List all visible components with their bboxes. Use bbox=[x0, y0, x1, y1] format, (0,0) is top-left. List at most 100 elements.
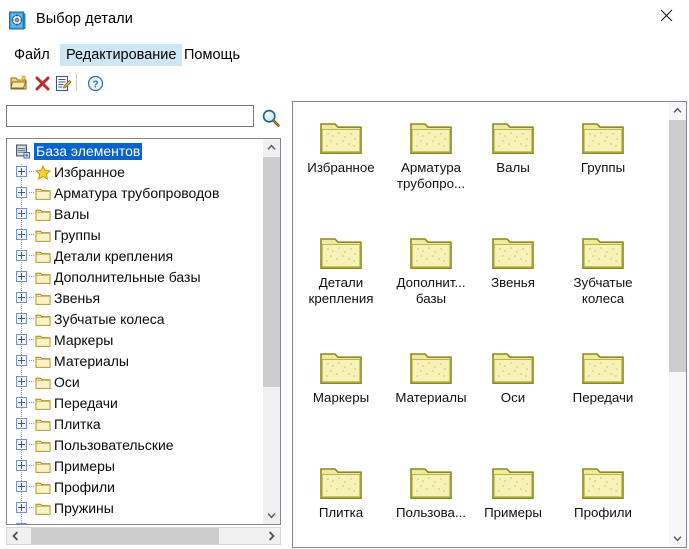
scroll-down-icon[interactable] bbox=[263, 507, 280, 524]
expand-plus-icon[interactable] bbox=[16, 355, 29, 368]
tree-hscroll-thumb[interactable] bbox=[31, 528, 219, 544]
tree-item[interactable]: Передачи bbox=[7, 393, 264, 414]
folder-icon bbox=[385, 463, 477, 499]
help-icon[interactable]: ? bbox=[84, 72, 106, 94]
scroll-right-icon[interactable] bbox=[263, 528, 280, 544]
element-tree[interactable]: База элементов Избранное Арматура трубопро… bbox=[6, 138, 281, 525]
expand-plus-icon[interactable] bbox=[16, 292, 29, 305]
expand-plus-icon[interactable] bbox=[16, 460, 29, 473]
tree-item-label: Избранное bbox=[54, 164, 125, 180]
expand-plus-icon[interactable] bbox=[16, 250, 29, 263]
tree-item-label: Развёртки bbox=[54, 521, 120, 524]
window-title: Выбор детали bbox=[36, 11, 133, 27]
tree-item[interactable]: Звенья bbox=[7, 288, 264, 309]
folder-icon bbox=[35, 270, 51, 285]
folder-icon bbox=[35, 522, 51, 524]
tree-vertical-scrollbar[interactable] bbox=[263, 139, 280, 524]
tree-item[interactable]: Примеры bbox=[7, 456, 264, 477]
edit-document-icon[interactable] bbox=[52, 72, 74, 94]
folder-item[interactable]: Дополнит... базы bbox=[385, 233, 477, 307]
tree-item[interactable]: Пружины bbox=[7, 498, 264, 519]
delete-icon[interactable] bbox=[31, 72, 53, 94]
tree-item-label: Профили bbox=[54, 479, 115, 495]
search-row bbox=[2, 100, 285, 132]
expand-plus-icon[interactable] bbox=[16, 166, 29, 179]
content-scroll-thumb[interactable] bbox=[669, 120, 686, 372]
tree-item[interactable]: Избранное bbox=[7, 162, 264, 183]
folder-icon bbox=[385, 118, 477, 154]
expand-plus-icon[interactable] bbox=[16, 376, 29, 389]
tree-item[interactable]: Группы bbox=[7, 225, 264, 246]
folder-item[interactable]: Пользова... bbox=[385, 463, 477, 521]
folder-item[interactable]: Профили bbox=[555, 463, 651, 521]
expand-plus-icon[interactable] bbox=[16, 418, 29, 431]
folder-item[interactable]: Оси bbox=[473, 348, 553, 406]
folder-label: Зубчатые колеса bbox=[573, 275, 633, 306]
tree-item[interactable]: Дополнительные базы bbox=[7, 267, 264, 288]
scroll-left-icon[interactable] bbox=[7, 528, 24, 544]
folder-icon bbox=[35, 186, 51, 201]
content-scroll-up-icon[interactable] bbox=[669, 102, 686, 119]
folder-item[interactable]: Примеры bbox=[473, 463, 553, 521]
star-icon bbox=[34, 164, 52, 181]
menu-item-edit[interactable]: Редактирование bbox=[60, 44, 183, 66]
folder-item[interactable]: Валы bbox=[473, 118, 553, 176]
search-icon[interactable] bbox=[261, 108, 281, 128]
tree-item[interactable]: Плитка bbox=[7, 414, 264, 435]
tree-item-label: Примеры bbox=[54, 458, 115, 474]
folder-icon bbox=[473, 348, 553, 384]
database-icon bbox=[15, 144, 31, 159]
tree-item[interactable]: Маркеры bbox=[7, 330, 264, 351]
expand-plus-icon[interactable] bbox=[16, 439, 29, 452]
folder-item[interactable]: Арматура трубопро... bbox=[385, 118, 477, 192]
folder-item[interactable]: Детали крепления bbox=[299, 233, 383, 307]
folder-item[interactable]: Плитка bbox=[299, 463, 383, 521]
open-folder-icon[interactable] bbox=[8, 72, 30, 94]
tree-item[interactable]: Материалы bbox=[7, 351, 264, 372]
content-vertical-scrollbar[interactable] bbox=[669, 102, 686, 547]
folder-icon bbox=[555, 463, 651, 499]
tree-scroll-thumb[interactable] bbox=[263, 157, 280, 387]
expand-plus-icon[interactable] bbox=[16, 208, 29, 221]
search-input[interactable] bbox=[6, 105, 254, 127]
folder-item[interactable]: Избранное bbox=[299, 118, 383, 176]
tree-item[interactable]: Профили bbox=[7, 477, 264, 498]
tree-item[interactable]: Пользовательские bbox=[7, 435, 264, 456]
folder-icon bbox=[473, 463, 553, 499]
tree-item[interactable]: Валы bbox=[7, 204, 264, 225]
tree-item[interactable]: Детали крепления bbox=[7, 246, 264, 267]
folder-icon bbox=[35, 291, 51, 306]
tree-item[interactable]: Зубчатые колеса bbox=[7, 309, 264, 330]
close-button[interactable] bbox=[643, 0, 689, 31]
scroll-up-icon[interactable] bbox=[263, 139, 280, 156]
folder-item[interactable]: Маркеры bbox=[299, 348, 383, 406]
folder-item[interactable]: Передачи bbox=[555, 348, 651, 406]
tree-item[interactable]: Оси bbox=[7, 372, 264, 393]
menu-item-file[interactable]: Файл bbox=[8, 44, 56, 66]
folder-label: Примеры bbox=[484, 505, 542, 520]
folder-item[interactable]: Звенья bbox=[473, 233, 553, 291]
menu-item-help[interactable]: Помощь bbox=[178, 44, 246, 66]
folder-item[interactable]: Группы bbox=[555, 118, 651, 176]
content-scroll-down-icon[interactable] bbox=[669, 530, 686, 547]
tree-item-label: Звенья bbox=[54, 290, 101, 306]
expand-plus-icon[interactable] bbox=[16, 502, 29, 515]
tree-item[interactable]: Арматура трубопроводов bbox=[7, 183, 264, 204]
tree-item[interactable]: Развёртки bbox=[7, 519, 264, 524]
tree-root-node[interactable]: База элементов bbox=[7, 141, 264, 162]
expand-plus-icon[interactable] bbox=[16, 481, 29, 494]
expand-plus-icon[interactable] bbox=[16, 313, 29, 326]
folder-icon bbox=[35, 354, 51, 369]
folder-label: Профили bbox=[574, 505, 632, 520]
folder-item[interactable]: Зубчатые колеса bbox=[555, 233, 651, 307]
expand-plus-icon[interactable] bbox=[16, 334, 29, 347]
tree-item-label: Пружины bbox=[54, 500, 114, 516]
title-bar: Выбор детали bbox=[0, 0, 689, 40]
folder-item[interactable]: Материалы bbox=[385, 348, 477, 406]
expand-plus-icon[interactable] bbox=[16, 271, 29, 284]
tree-horizontal-scrollbar[interactable] bbox=[6, 527, 281, 545]
expand-plus-icon[interactable] bbox=[16, 229, 29, 242]
expand-plus-icon[interactable] bbox=[16, 397, 29, 410]
expand-plus-icon[interactable] bbox=[16, 523, 29, 524]
expand-plus-icon[interactable] bbox=[16, 187, 29, 200]
